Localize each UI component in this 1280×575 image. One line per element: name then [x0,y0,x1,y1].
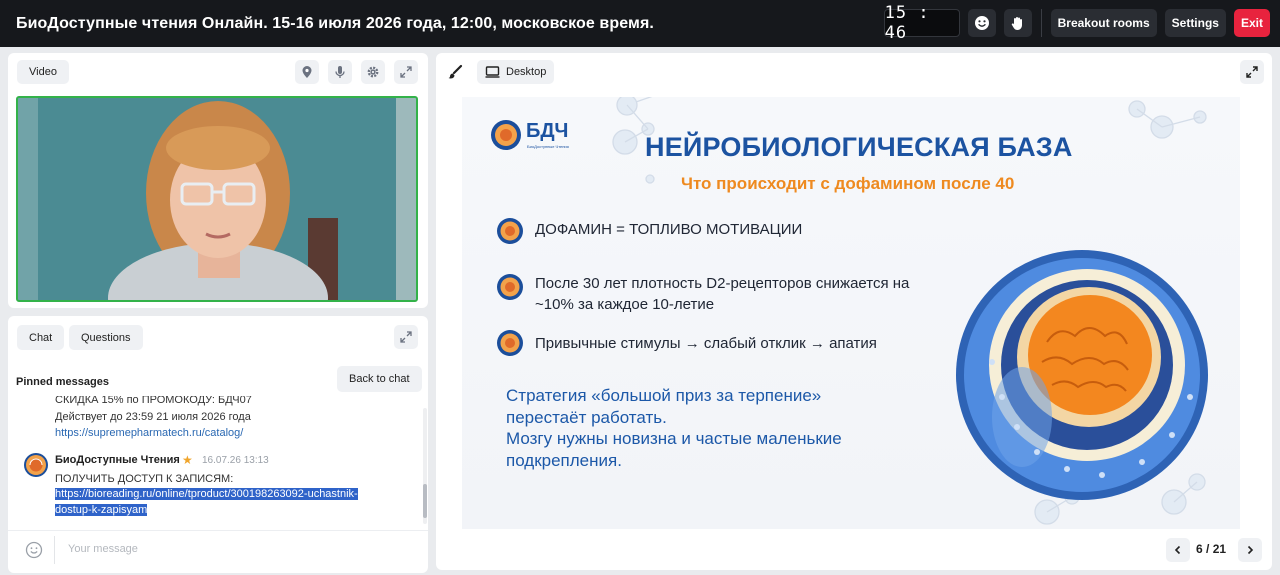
chat-panel: Chat Questions Pinned messages Back to c… [8,316,428,573]
strategy-line: перестаёт работать. [506,407,667,427]
strategy-line: Мозгу нужны новизна и частые маленькие [506,429,842,448]
presentation-panel: Desktop БДЧ БиоДоступные Чтения НЕЙРОБИО… [436,53,1272,570]
logo-text: БДЧ [526,120,569,142]
speaker-image [18,98,416,300]
message-link[interactable]: https://bioreading.ru/online/tproduct/30… [55,488,358,500]
slide-separator: / [1206,542,1210,556]
bullet-icon [497,274,523,300]
location-pin-icon[interactable] [295,60,319,84]
emoji-icon[interactable] [25,541,43,559]
divider [1040,9,1042,37]
hand-icon[interactable] [1003,9,1032,37]
logo-caption: БиоДоступные Чтения [527,144,569,149]
microphone-icon[interactable] [328,60,352,84]
slide-subtitle: Что происходит с дофамином после 40 [681,174,1015,193]
video-panel: Video [8,53,428,308]
settings-button[interactable]: Settings [1164,9,1226,37]
chevron-left-icon [1174,545,1181,555]
strategy-line: подкрепления. [506,450,622,470]
composer-separator [54,536,55,564]
event-title: БиоДоступные чтения Онлайн. 15-16 июля 2… [16,14,654,32]
brush-icon[interactable] [443,60,467,84]
chevron-right-icon [1247,545,1254,555]
smile-icon[interactable] [967,9,996,37]
message-link[interactable]: https://supremepharmatech.ru/catalog/ [55,427,243,439]
speaker-video [16,96,418,302]
tab-video[interactable]: Video [17,60,69,84]
bullet-text: Привычные стимулы → слабый отклик → апат… [535,335,877,352]
slide: БДЧ БиоДоступные Чтения НЕЙРОБИОЛОГИЧЕСК… [462,97,1240,529]
monitor-icon [485,66,500,78]
star-icon: ★ [182,453,193,467]
message-text: СКИДКА 15% по ПРОМОКОДУ: БДЧ07 [55,396,252,406]
avatar [24,453,48,477]
logo: БДЧ БиоДоступные Чтения [490,119,580,151]
slide-title: НЕЙРОБИОЛОГИЧЕСКАЯ БАЗА [645,132,1073,162]
total-slides: 21 [1212,542,1227,556]
gear-icon[interactable] [361,60,385,84]
bullet-text: После 30 лет плотность D2-рецепторов сни… [535,275,910,292]
pinned-messages-heading: Pinned messages [16,376,109,388]
fullscreen-icon[interactable] [1240,60,1264,84]
composer-divider [8,530,428,531]
message-time: 16.07.26 13:13 [202,455,269,466]
message-list[interactable]: СКИДКА 15% по ПРОМОКОДУ: БДЧ07 Действует… [8,396,428,528]
tab-questions[interactable]: Questions [69,325,143,350]
tab-chat[interactable]: Chat [17,325,65,350]
bullet-icon [497,218,523,244]
desktop-button[interactable]: Desktop [477,60,555,84]
expand-icon[interactable] [394,60,418,84]
slide-counter: 6 / 21 [1196,542,1226,556]
bullet-text: ~10% за каждое 10-летие [535,296,715,313]
exit-button[interactable]: Exit [1233,9,1270,37]
breakout-rooms-button[interactable]: Breakout rooms [1050,9,1157,37]
chat-scrollbar-thumb[interactable] [423,484,427,518]
message-text: ПОЛУЧИТЬ ДОСТУП К ЗАПИСЯМ: [55,473,234,485]
top-bar: БиоДоступные чтения Онлайн. 15-16 июля 2… [0,0,1280,47]
message-text: Действует до 23:59 21 июля 2026 года [55,411,251,423]
prev-slide-button[interactable] [1166,538,1190,562]
message-link[interactable]: dostup-k-zapisyam [55,504,148,516]
back-to-chat-button[interactable]: Back to chat [337,366,422,392]
bullet-text: ДОФАМИН = ТОПЛИВО МОТИВАЦИИ [535,221,803,238]
next-slide-button[interactable] [1238,538,1262,562]
expand-icon[interactable] [394,325,418,349]
bullet-icon [497,330,523,356]
strategy-line: Стратегия «большой приз за терпение» [506,386,822,405]
current-slide: 6 [1196,542,1203,556]
desktop-label: Desktop [506,66,547,78]
logo-icon [491,120,521,150]
top-controls: 15 : 46 Breakout rooms Settings Exit [883,3,1270,43]
strategy-text: Стратегия «большой приз за терпение» пер… [506,385,842,471]
message-input[interactable]: Your message [68,543,138,555]
session-timer: 15 : 46 [883,3,960,43]
message-author: БиоДоступные Чтения [55,454,180,466]
